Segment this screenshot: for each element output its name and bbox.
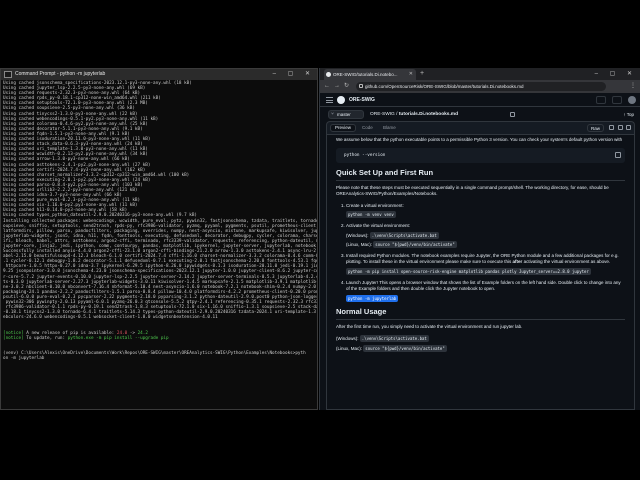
- list-item: Install required Python modules. The not…: [346, 253, 625, 276]
- terminal-line: 9.25 jsonpointer-3.0.0 jsonschema-4.23.0…: [3, 269, 317, 275]
- inline-code: .\venv\Scripts\activate.bat: [359, 334, 429, 342]
- breadcrumb: ORE-SWIG / tutorials.Di.notebooks.md: [370, 107, 458, 122]
- inline-code: python -m pip install open-source-risk-e…: [346, 267, 591, 275]
- github-logo-icon[interactable]: [337, 96, 345, 104]
- browser-tab-bar: ORE-SWIG/tutorials.Di.notebo... ✕ + – ▢ …: [320, 68, 640, 80]
- url-text: github.com/OpenSourceRisk/ORE-SWIG/blob/…: [365, 84, 524, 89]
- repo-name[interactable]: ORE-SWIG: [349, 93, 375, 107]
- top-button[interactable]: ↑ Top: [623, 107, 634, 122]
- terminal-log-lines: Using cached jsonschema_specifications-2…: [3, 81, 317, 321]
- terminal-line: r-core-5.7.2 jupyter-events-0.10.0 jupyt…: [3, 274, 317, 280]
- terminal-prompt-line: on -m jupyterlab: [3, 356, 45, 362]
- copy-icon[interactable]: [615, 151, 621, 158]
- inline-code: source "${pwd}/venv/bin/activate": [363, 344, 447, 352]
- window-controls[interactable]: – ▢ ✕: [595, 68, 637, 80]
- markdown-body: We assume below that the python executab…: [326, 134, 635, 410]
- list-item: Create a virtual environment: python -m …: [346, 203, 625, 219]
- terminal-title: Command Prompt - python -m jupyterlab: [15, 71, 106, 77]
- intro-paragraph: We assume below that the python executab…: [336, 137, 623, 142]
- breadcrumb-repo[interactable]: ORE-SWIG: [370, 112, 395, 117]
- terminal-line: ts-0.3.0 jupyterlab-server-2.27.3 jupyte…: [3, 279, 317, 285]
- tab-blame[interactable]: Blame: [379, 124, 400, 132]
- setup-steps: Create a virtual environment: python -m …: [346, 203, 625, 303]
- outline-icon[interactable]: [626, 125, 631, 130]
- new-tab-icon[interactable]: +: [420, 68, 424, 80]
- heading-setup: Quick Set Up and First Run: [336, 168, 625, 181]
- list-item: Activate the virtual environment: (Windo…: [346, 223, 625, 249]
- github-favicon-icon: [326, 72, 331, 77]
- inline-code-selected[interactable]: python -m jupyterlab: [346, 294, 399, 302]
- avatar[interactable]: [628, 96, 636, 104]
- file-path-bar: master ORE-SWIG / tutorials.Di.notebooks…: [320, 107, 640, 121]
- terminal-line: oupsieve, sniffio, setuptools, send2tras…: [3, 223, 317, 229]
- heading-usage: Normal Usage: [336, 307, 625, 321]
- setup-paragraph: Please note that these steps must be exe…: [336, 184, 609, 197]
- forward-icon[interactable]: →: [334, 80, 340, 93]
- tab-preview[interactable]: Preview: [330, 124, 357, 132]
- usage-paragraph: After the first time run, you simply nee…: [336, 324, 523, 330]
- inline-code: source "${pwd}/venv/bin/activate": [373, 241, 457, 249]
- menu-icon[interactable]: [326, 97, 333, 103]
- inline-code: .\venv\Scripts\activate.bat: [369, 231, 439, 239]
- tab-code[interactable]: Code: [358, 124, 377, 132]
- inline-code: python -m venv venv: [346, 211, 396, 219]
- list-item: Launch Jupyter! This opens a browser win…: [346, 280, 625, 303]
- browser-tab-title: ORE-SWIG/tutorials.Di.notebo...: [333, 72, 398, 77]
- terminal-window[interactable]: Command Prompt - python -m jupyterlab – …: [0, 68, 318, 410]
- browser-menu-icon[interactable]: ⋮: [630, 80, 636, 93]
- branch-selector[interactable]: master: [328, 110, 364, 119]
- download-icon[interactable]: [618, 125, 623, 130]
- terminal-line: ebcolors-24.6.0 webencodings-0.5.1 webso…: [3, 315, 218, 321]
- raw-button[interactable]: Raw: [586, 124, 604, 132]
- github-header: ORE-SWIG: [320, 93, 640, 107]
- window-controls[interactable]: – ▢ ✕: [273, 69, 315, 80]
- search-icon[interactable]: [596, 96, 606, 104]
- pip-notice-line-2: [notice] To update, run: python.exe -m p…: [3, 335, 169, 341]
- terminal-icon: [4, 71, 12, 78]
- lock-icon: [359, 84, 363, 88]
- address-bar[interactable]: github.com/OpenSourceRisk/ORE-SWIG/blob/…: [356, 82, 606, 91]
- reload-icon[interactable]: ↻: [344, 80, 349, 93]
- terminal-title-bar[interactable]: Command Prompt - python -m jupyterlab – …: [1, 69, 317, 80]
- browser-toolbar: ← → ↻ github.com/OpenSourceRisk/ORE-SWIG…: [320, 80, 640, 93]
- code-block: python --version: [336, 147, 625, 163]
- file-view-toolbar: Preview Code Blame Raw: [326, 121, 635, 134]
- browser-window[interactable]: ORE-SWIG/tutorials.Di.notebo... ✕ + – ▢ …: [319, 68, 640, 410]
- terminal-prompt-line: (venv) C:\Users\Alexis\OneDrive\Document…: [3, 350, 306, 356]
- terminal-output[interactable]: Using cached jsonschema_specifications-2…: [1, 80, 317, 409]
- notifications-icon[interactable]: [612, 96, 622, 104]
- breadcrumb-file: tutorials.Di.notebooks.md: [398, 112, 458, 117]
- close-tab-icon[interactable]: ✕: [409, 69, 413, 80]
- copy-raw-icon[interactable]: [609, 125, 614, 130]
- copy-path-icon[interactable]: [510, 112, 515, 117]
- code-version: python --version: [344, 152, 386, 158]
- terminal-line: Installing collected packages: webencodi…: [3, 218, 317, 224]
- breadcrumb-separator: /: [396, 112, 398, 117]
- back-icon[interactable]: ←: [324, 80, 330, 93]
- browser-tab[interactable]: ORE-SWIG/tutorials.Di.notebo... ✕: [324, 69, 416, 80]
